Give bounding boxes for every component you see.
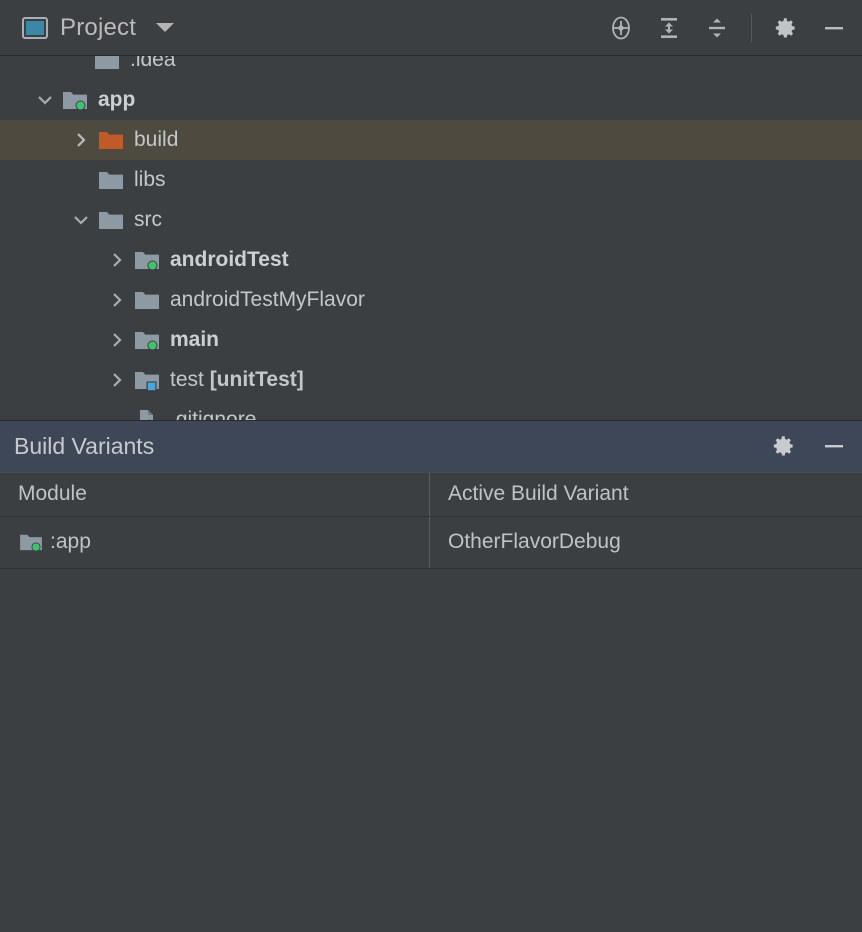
project-header-actions: [607, 14, 848, 42]
column-header-active-build-variant[interactable]: Active Build Variant: [430, 473, 862, 516]
chevron-down-icon[interactable]: [66, 200, 96, 240]
project-tool-window-title: Project: [60, 14, 136, 42]
build-variants-title: Build Variants: [14, 433, 154, 460]
locate-icon[interactable]: [607, 14, 635, 42]
cell-module[interactable]: :app: [0, 517, 430, 568]
folder-test-icon: [132, 369, 162, 391]
tree-row-main[interactable]: main: [0, 320, 862, 360]
tree-row-test[interactable]: test [unitTest]: [0, 360, 862, 400]
folder-icon: [96, 209, 126, 231]
tree-spacer: [102, 400, 132, 420]
chevron-right-icon[interactable]: [102, 240, 132, 280]
tree-row-label: main: [170, 328, 219, 352]
tree-row-label: app: [98, 88, 135, 112]
build-variants-empty-area: [0, 569, 862, 932]
tree-row-gitignore[interactable]: .gitignore: [0, 400, 862, 420]
folder-module-icon: [60, 89, 90, 111]
column-header-module[interactable]: Module: [0, 473, 430, 516]
project-tool-window-header: Project: [0, 0, 862, 56]
tree-row-label: libs: [134, 168, 166, 192]
tree-row-app[interactable]: app: [0, 80, 862, 120]
folder-module-icon: [132, 249, 162, 271]
project-tree-scroll-area[interactable]: .idea app: [0, 56, 862, 420]
module-name-label: :app: [50, 530, 91, 554]
build-variants-table-header: Module Active Build Variant: [0, 472, 862, 517]
tree-row-label: .gitignore: [170, 408, 256, 420]
chevron-right-icon[interactable]: [102, 280, 132, 320]
tree-row-androidtestmyflavor[interactable]: androidTestMyFlavor: [0, 280, 862, 320]
tree-row-label: src: [134, 208, 162, 232]
tree-spacer: [62, 56, 92, 80]
expand-all-icon[interactable]: [655, 14, 683, 42]
build-variants-actions: [770, 432, 848, 460]
project-tree: .idea app: [0, 56, 862, 420]
tree-row-label: .idea: [130, 56, 176, 72]
project-tool-window-tab[interactable]: Project: [22, 14, 174, 42]
folder-module-icon: [132, 329, 162, 351]
chevron-right-icon[interactable]: [102, 320, 132, 360]
tree-row-label: androidTest: [170, 248, 289, 272]
chevron-right-icon[interactable]: [66, 120, 96, 160]
cell-active-build-variant[interactable]: OtherFlavorDebug: [430, 517, 862, 568]
file-ignored-icon: [132, 408, 162, 420]
folder-excluded-icon: [96, 129, 126, 151]
tree-spacer: [66, 160, 96, 200]
minimize-icon[interactable]: [820, 432, 848, 460]
minimize-icon[interactable]: [820, 14, 848, 42]
collapse-all-icon[interactable]: [703, 14, 731, 42]
folder-icon: [96, 169, 126, 191]
folder-icon: [92, 56, 122, 71]
folder-icon: [132, 289, 162, 311]
gear-icon[interactable]: [770, 432, 798, 460]
chevron-right-icon[interactable]: [102, 360, 132, 400]
tree-row-build[interactable]: build: [0, 120, 862, 160]
tree-row-idea[interactable]: .idea: [0, 56, 862, 80]
chevron-down-icon[interactable]: [156, 23, 174, 32]
chevron-down-icon[interactable]: [30, 80, 60, 120]
build-variants-table: Module Active Build Variant :app OtherFl…: [0, 472, 862, 569]
project-window-icon: [22, 17, 48, 39]
toolbar-divider: [751, 14, 752, 42]
tree-row-label: build: [134, 128, 178, 152]
tree-row-androidtest[interactable]: androidTest: [0, 240, 862, 280]
folder-module-icon: [18, 532, 44, 552]
gear-icon[interactable]: [772, 14, 800, 42]
build-variants-header: Build Variants: [0, 420, 862, 472]
tree-row-label: test [unitTest]: [170, 368, 304, 392]
tree-row-src[interactable]: src: [0, 200, 862, 240]
tree-row-label: androidTestMyFlavor: [170, 288, 365, 312]
table-row[interactable]: :app OtherFlavorDebug: [0, 517, 862, 569]
tree-row-libs[interactable]: libs: [0, 160, 862, 200]
